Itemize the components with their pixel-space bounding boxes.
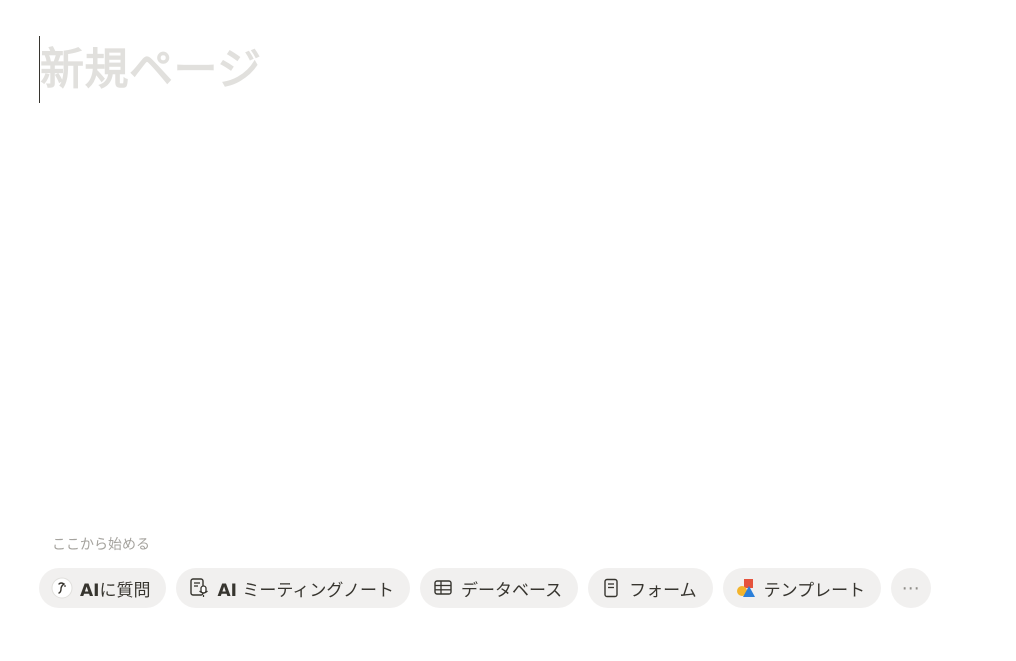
ask-ai-button[interactable]: AIに質問 [39,568,167,608]
more-button[interactable]: ⋯ [891,568,932,608]
template-button[interactable]: テンプレート [722,568,882,608]
text-caret [39,36,40,103]
more-icon: ⋯ [901,577,921,599]
ai-meeting-notes-label: AI ミーティングノート [217,580,395,601]
template-label: テンプレート [763,580,866,601]
table-icon [432,577,454,599]
database-button[interactable]: データベース [420,568,579,608]
start-here-label: ここから始める [52,537,150,553]
ask-ai-label: AIに質問 [80,580,151,601]
meeting-notes-mic-icon [188,577,210,599]
page-title-placeholder[interactable]: 新規ページ [39,36,262,103]
page-title-field[interactable]: 新規ページ [39,36,262,103]
form-label: フォーム [629,580,697,601]
template-shapes-icon [735,577,757,599]
page-canvas: 新規ページ ここから始める AIに質問 AI ミーティングノート データベース … [0,0,1016,661]
ai-face-icon [51,577,73,599]
form-icon [600,577,622,599]
form-button[interactable]: フォーム [588,568,713,608]
ai-meeting-notes-button[interactable]: AI ミーティングノート [176,568,411,608]
quick-actions-bar: AIに質問 AI ミーティングノート データベース フォーム テンプレート ⋯ [39,568,932,608]
database-label: データベース [461,580,563,601]
